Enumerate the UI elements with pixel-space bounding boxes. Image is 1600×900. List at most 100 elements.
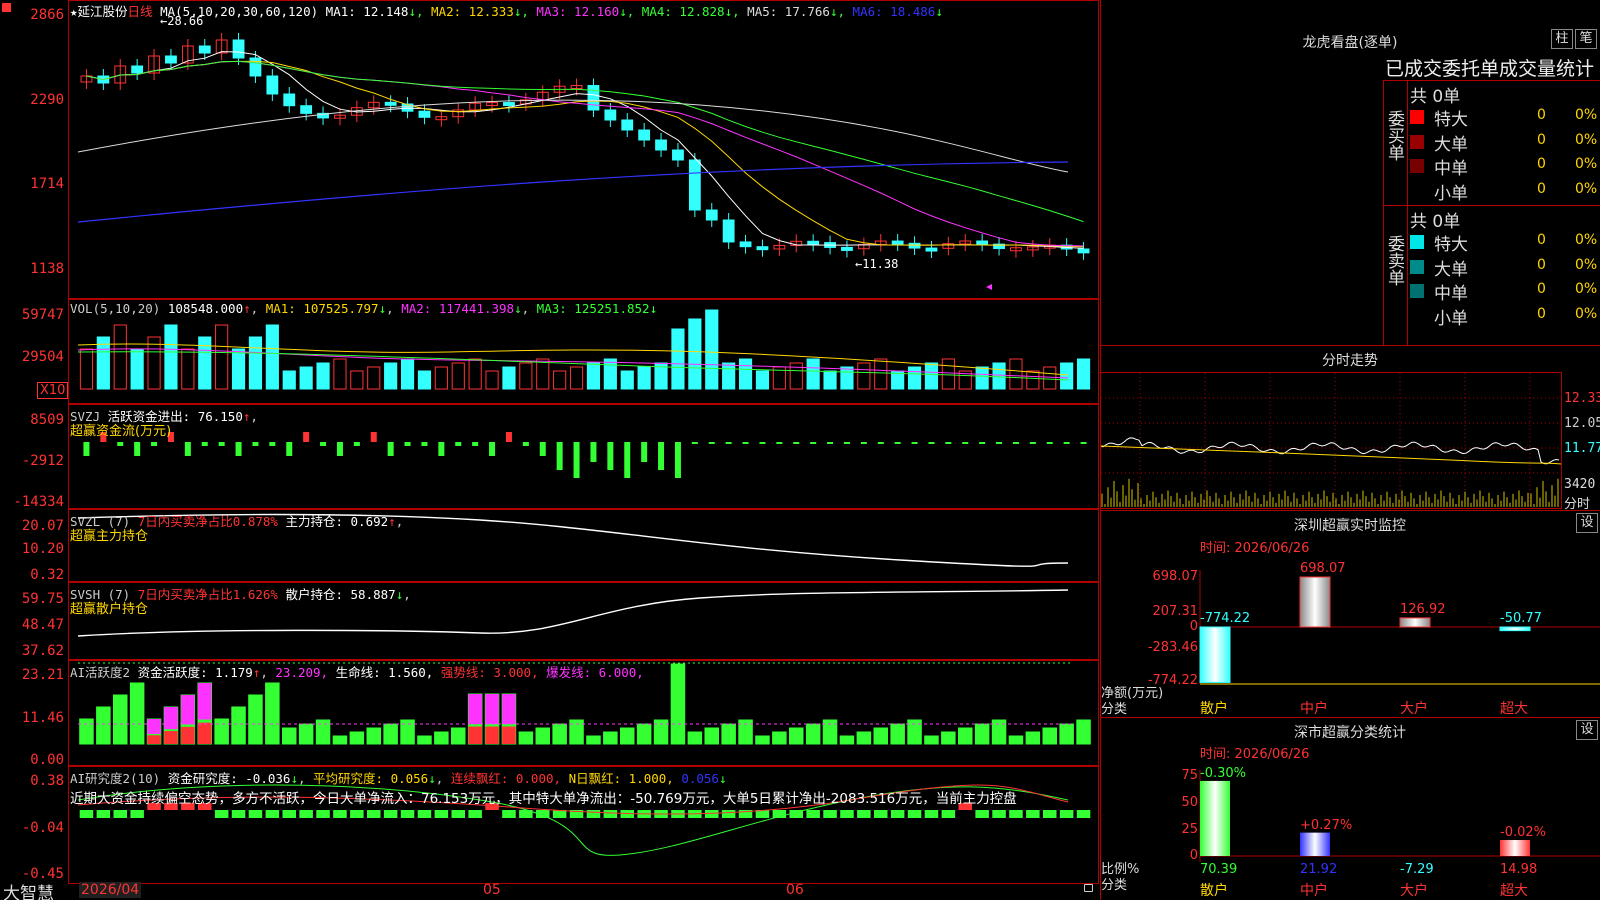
flow-bar bbox=[404, 442, 411, 446]
activity-bar bbox=[332, 735, 348, 745]
research-bar bbox=[316, 810, 330, 818]
activity-bar-base bbox=[164, 731, 178, 744]
intraday-chart[interactable] bbox=[1100, 372, 1562, 509]
research-bar bbox=[840, 810, 854, 818]
flow-bar bbox=[438, 442, 445, 456]
activity-bar bbox=[924, 735, 939, 745]
chart-canvas bbox=[77, 33, 1091, 856]
research-bar bbox=[366, 810, 381, 818]
volume-bar bbox=[755, 370, 770, 390]
candle bbox=[722, 219, 735, 243]
tick-mode-button[interactable]: 笔 bbox=[1575, 29, 1597, 49]
monitor-settings-button[interactable]: 设 bbox=[1576, 513, 1598, 533]
activity-bar bbox=[636, 723, 652, 745]
monitor-xlabel: 分类 bbox=[1101, 702, 1128, 717]
app-window: 2866 2290 1714 1138 59747 29504 X10 8509… bbox=[0, 0, 1600, 900]
row-count: 0 bbox=[1537, 232, 1546, 248]
volume-bar bbox=[722, 362, 736, 390]
volume-bar bbox=[164, 324, 178, 390]
row-pct: 0% bbox=[1575, 232, 1598, 248]
monitor-bar-value: -50.77 bbox=[1500, 611, 1542, 626]
volume-bar bbox=[738, 358, 753, 390]
monitor-header-border bbox=[1100, 510, 1600, 511]
date-label: 06 bbox=[786, 882, 804, 898]
row-count: 0 bbox=[1537, 180, 1546, 197]
marker-triangle bbox=[986, 284, 992, 290]
bar-mode-button[interactable]: 柱 bbox=[1551, 29, 1573, 49]
lock-icon[interactable] bbox=[1084, 884, 1093, 892]
activity-bar bbox=[721, 723, 736, 745]
ma-line bbox=[77, 161, 1069, 223]
svzl-sub: 超赢主力持仓 bbox=[70, 529, 149, 544]
row-count: 0 bbox=[1537, 156, 1546, 172]
volume-bar bbox=[333, 358, 347, 390]
classify-time: 时间: 2026/06/26 bbox=[1200, 747, 1310, 762]
classify-bar-value: -7.29 bbox=[1400, 862, 1434, 877]
volume-bar bbox=[806, 358, 820, 390]
classify-tick: 50 bbox=[1181, 795, 1198, 810]
date-label: 05 bbox=[483, 882, 501, 898]
activity-bar-base bbox=[147, 735, 161, 744]
flow-bar bbox=[134, 442, 141, 456]
research-bar bbox=[468, 810, 482, 818]
candle bbox=[1077, 248, 1090, 254]
activity-bar bbox=[383, 723, 398, 745]
flow-bar bbox=[505, 432, 512, 442]
flow-bar bbox=[320, 442, 327, 446]
dragon-row: 大单 0 0% bbox=[1410, 130, 1600, 155]
flow-bar bbox=[793, 442, 800, 444]
volume-bar bbox=[400, 358, 415, 390]
volume-bar bbox=[924, 362, 939, 390]
flow-bar bbox=[336, 442, 343, 456]
ai2-title: AI研究度2(10) bbox=[70, 771, 161, 786]
activity-bar bbox=[957, 727, 973, 745]
activity-bar-top bbox=[197, 683, 212, 720]
row-name: 特大 bbox=[1434, 110, 1468, 130]
research-bar bbox=[890, 810, 905, 818]
research-bar bbox=[992, 810, 1006, 818]
svzj-sub: 超赢资金流(万元) bbox=[70, 424, 172, 439]
research-bar bbox=[857, 810, 871, 818]
research-bar bbox=[417, 810, 432, 818]
candle bbox=[232, 39, 245, 59]
research-bar bbox=[130, 810, 144, 818]
classify-title: 深市超赢分类统计 bbox=[1294, 725, 1406, 741]
dragon-row: 中单 0 0% bbox=[1410, 154, 1600, 179]
volume-bar bbox=[586, 362, 601, 390]
flow-bar bbox=[286, 442, 293, 456]
research-bar bbox=[823, 810, 837, 818]
activity-bar bbox=[856, 731, 872, 745]
row-pct: 0% bbox=[1575, 180, 1598, 197]
research-bar bbox=[1042, 810, 1057, 818]
flow-bar bbox=[556, 442, 563, 470]
research-bar bbox=[907, 810, 922, 818]
flow-bar bbox=[877, 442, 884, 444]
classify-bar-pct: -0.02% bbox=[1500, 825, 1546, 841]
monitor-category: 超大 bbox=[1500, 701, 1528, 717]
activity-bar bbox=[805, 723, 821, 745]
activity-bar bbox=[890, 723, 905, 745]
monitor-tick: 0 bbox=[1189, 619, 1198, 634]
row-name: 大单 bbox=[1434, 134, 1468, 155]
activity-bar-top bbox=[485, 694, 499, 724]
row-name: 特大 bbox=[1434, 235, 1468, 255]
volume-bar bbox=[1026, 370, 1040, 390]
classify-settings-button[interactable]: 设 bbox=[1576, 720, 1598, 740]
volume-bar bbox=[113, 324, 127, 390]
research-bar bbox=[552, 810, 567, 818]
activity-bar bbox=[79, 718, 94, 745]
row-count: 0 bbox=[1537, 281, 1546, 297]
candle bbox=[756, 246, 769, 251]
buy-side-label: 委买单 bbox=[1384, 110, 1404, 161]
flow-bar bbox=[1063, 442, 1070, 444]
activity-bar bbox=[755, 735, 770, 745]
candle bbox=[384, 101, 397, 106]
dragon-tabs[interactable]: 已成交委托单成交量统计 bbox=[1385, 54, 1600, 81]
flow-bar bbox=[810, 442, 817, 444]
row-pct: 0% bbox=[1575, 305, 1598, 322]
candle bbox=[300, 105, 313, 114]
flow-bar bbox=[962, 442, 969, 444]
flow-bar bbox=[658, 442, 665, 470]
flow-bar bbox=[201, 442, 208, 446]
volume-bar bbox=[620, 370, 634, 390]
